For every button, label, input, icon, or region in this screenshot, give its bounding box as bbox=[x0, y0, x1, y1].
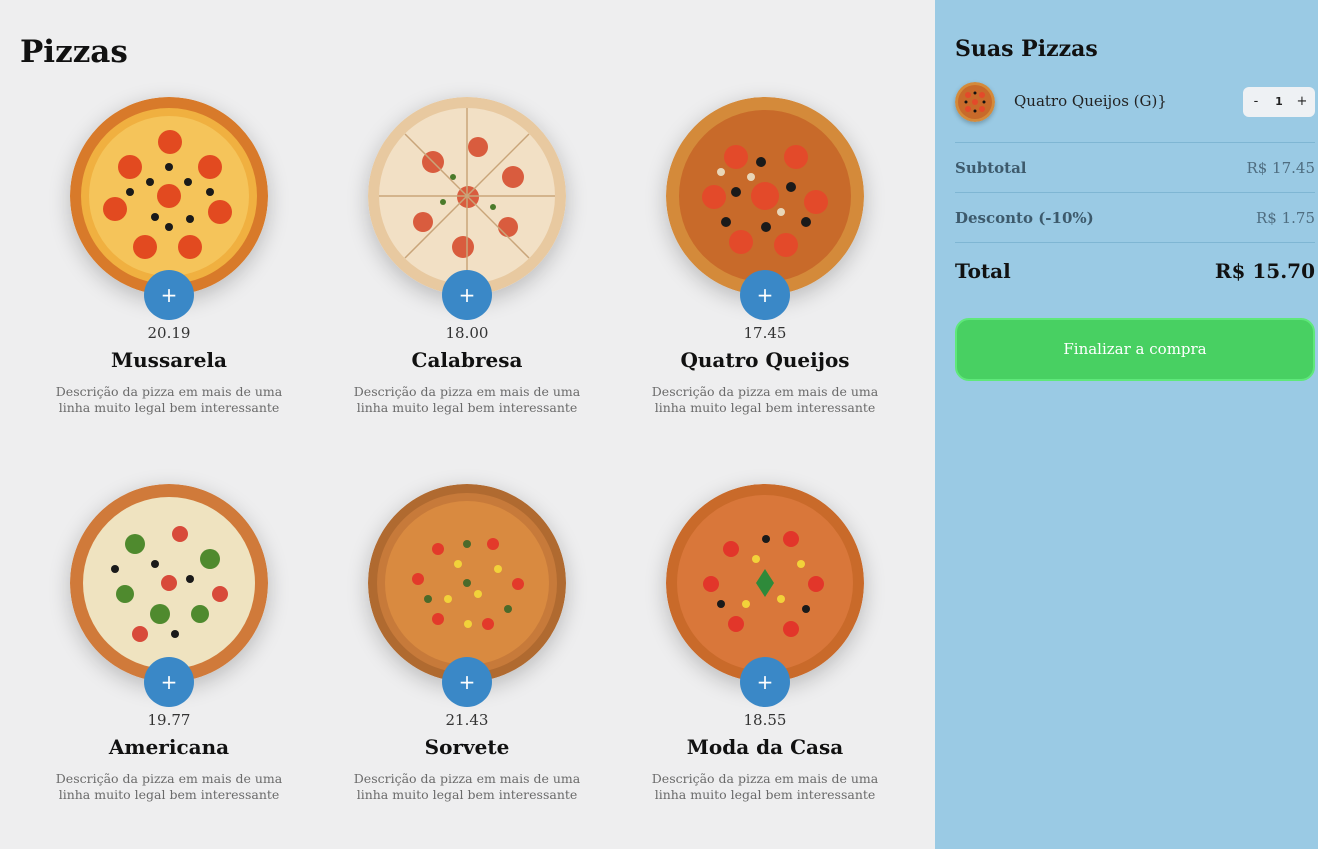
discount-label: Desconto (-10%) bbox=[955, 209, 1094, 227]
pizza-mussarela-image[interactable] bbox=[70, 97, 268, 295]
pizza-card[interactable]: + 20.19 Mussarela Descrição da pizza em … bbox=[20, 92, 318, 479]
total-row: Total R$ 15.70 bbox=[955, 242, 1315, 302]
pizza-name: Quatro Queijos bbox=[680, 348, 850, 372]
cart-item-name: Quatro Queijos (G)} bbox=[1014, 92, 1167, 110]
pizza-card[interactable]: + 17.45 Quatro Queijos Descrição da pizz… bbox=[616, 92, 914, 479]
cart-sidebar: Suas Pizzas Quatro Queijos (G)} - 1 + Su… bbox=[935, 0, 1318, 849]
pizza-card[interactable]: + 18.00 Calabresa Descrição da pizza em … bbox=[318, 92, 616, 479]
pizza-price: 17.45 bbox=[743, 324, 787, 342]
pizza-price: 19.77 bbox=[147, 711, 191, 729]
cart-item-image bbox=[955, 82, 995, 122]
pizza-price: 18.55 bbox=[743, 711, 787, 729]
pizza-name: Mussarela bbox=[111, 348, 227, 372]
page-title: Pizzas bbox=[20, 34, 128, 70]
add-pizza-button[interactable]: + bbox=[144, 657, 194, 707]
decrease-quantity-button[interactable]: - bbox=[1247, 87, 1265, 117]
subtotal-row: Subtotal R$ 17.45 bbox=[955, 142, 1315, 192]
total-label: Total bbox=[955, 259, 1011, 283]
pizza-card[interactable]: + 21.43 Sorvete Descrição da pizza em ma… bbox=[318, 479, 616, 849]
add-pizza-button[interactable]: + bbox=[442, 657, 492, 707]
pizza-grid: + 20.19 Mussarela Descrição da pizza em … bbox=[20, 92, 915, 849]
pizza-calabresa-image[interactable] bbox=[368, 97, 566, 295]
pizza-description: Descrição da pizza em mais de uma linha … bbox=[353, 384, 581, 415]
add-pizza-button[interactable]: + bbox=[740, 657, 790, 707]
quantity-stepper: - 1 + bbox=[1243, 87, 1315, 117]
pizza-quatro-queijos-image[interactable] bbox=[666, 97, 864, 295]
pizza-description: Descrição da pizza em mais de uma linha … bbox=[651, 384, 879, 415]
pizza-menu: Pizzas + 20.19 Mussarela Descrição da pi… bbox=[0, 0, 935, 849]
pizza-moda-da-casa-image[interactable] bbox=[666, 484, 864, 682]
discount-row: Desconto (-10%) R$ 1.75 bbox=[955, 192, 1315, 242]
add-pizza-button[interactable]: + bbox=[144, 270, 194, 320]
cart-title: Suas Pizzas bbox=[955, 36, 1098, 62]
checkout-button[interactable]: Finalizar a compra bbox=[955, 318, 1315, 381]
pizza-description: Descrição da pizza em mais de uma linha … bbox=[55, 771, 283, 802]
increase-quantity-button[interactable]: + bbox=[1293, 87, 1311, 117]
pizza-americana-image[interactable] bbox=[70, 484, 268, 682]
subtotal-label: Subtotal bbox=[955, 159, 1027, 177]
pizza-name: Calabresa bbox=[411, 348, 523, 372]
quantity-value: 1 bbox=[1275, 95, 1283, 108]
discount-value: R$ 1.75 bbox=[1255, 209, 1315, 227]
pizza-price: 18.00 bbox=[445, 324, 489, 342]
subtotal-value: R$ 17.45 bbox=[1246, 159, 1315, 177]
pizza-name: Sorvete bbox=[424, 735, 510, 759]
pizza-price: 21.43 bbox=[445, 711, 489, 729]
pizza-description: Descrição da pizza em mais de uma linha … bbox=[55, 384, 283, 415]
pizza-name: Americana bbox=[108, 735, 230, 759]
pizza-price: 20.19 bbox=[147, 324, 191, 342]
add-pizza-button[interactable]: + bbox=[442, 270, 492, 320]
pizza-description: Descrição da pizza em mais de uma linha … bbox=[651, 771, 879, 802]
total-value: R$ 15.70 bbox=[1214, 259, 1315, 283]
add-pizza-button[interactable]: + bbox=[740, 270, 790, 320]
pizza-card[interactable]: + 18.55 Moda da Casa Descrição da pizza … bbox=[616, 479, 914, 849]
pizza-name: Moda da Casa bbox=[686, 735, 844, 759]
pizza-sorvete-image[interactable] bbox=[368, 484, 566, 682]
pizza-card[interactable]: + 19.77 Americana Descrição da pizza em … bbox=[20, 479, 318, 849]
pizza-description: Descrição da pizza em mais de uma linha … bbox=[353, 771, 581, 802]
cart-item: Quatro Queijos (G)} - 1 + bbox=[955, 82, 1315, 122]
